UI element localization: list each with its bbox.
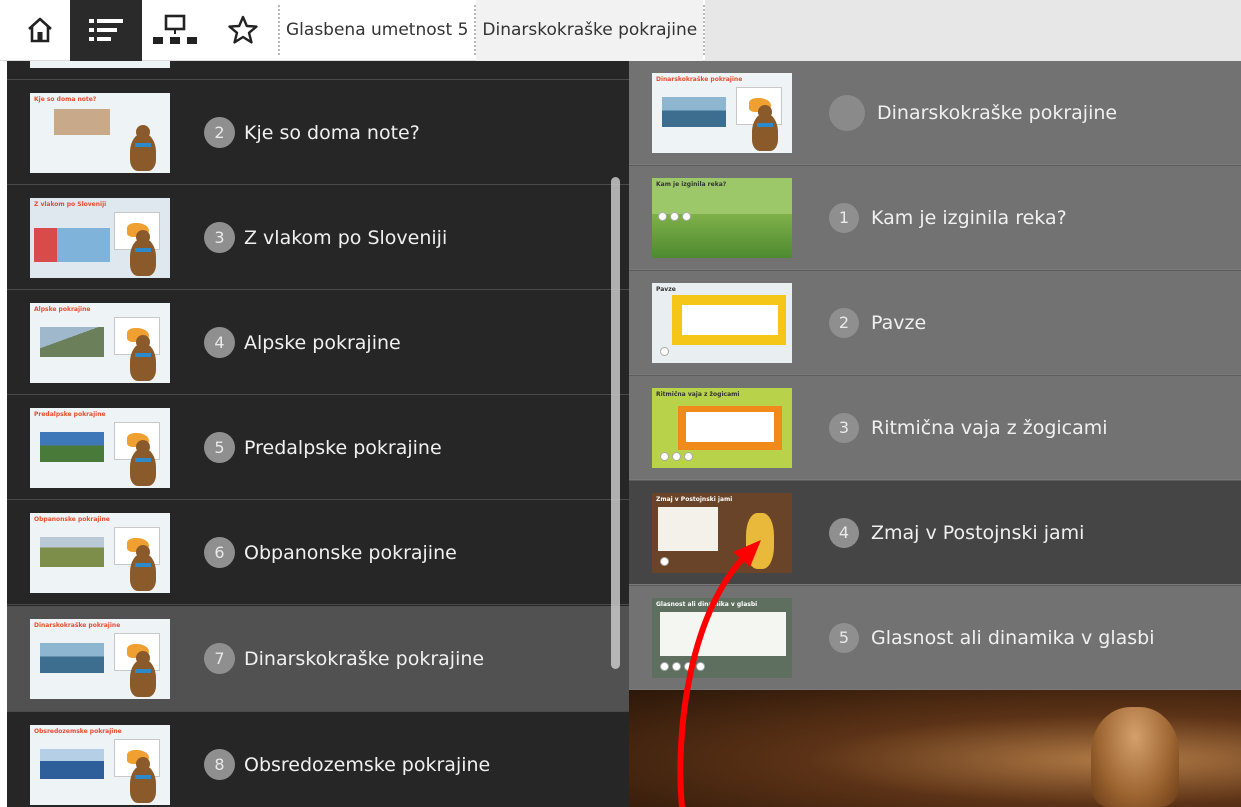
chapter-list-panel[interactable]: Kje so doma note? 2 Kje so doma note? Z … (7, 61, 629, 807)
chapter-item-8[interactable]: Obsredozemske pokrajine 8 Obsredozemske … (7, 713, 629, 807)
list-item[interactable] (7, 61, 629, 80)
chapter-title: Dinarskokraške pokrajine (877, 101, 1118, 124)
chapter-number-badge (829, 94, 865, 131)
chapter-thumbnail: Dinarskokraške pokrajine (652, 72, 792, 153)
chapter-title: Predalpske pokrajine (244, 436, 442, 459)
chapter-number-badge: 8 (204, 749, 235, 780)
chapter-number-badge: 5 (204, 432, 235, 463)
home-icon (28, 17, 52, 43)
chapter-number-badge: 6 (204, 537, 235, 568)
chapter-title: Alpske pokrajine (244, 331, 401, 354)
chapter-title: Kje so doma note? (244, 121, 420, 144)
chapter-number-badge: 7 (204, 643, 235, 674)
lesson-item-3[interactable]: Ritmična vaja z žogicami 3 Ritmična vaja… (629, 376, 1241, 480)
lesson-thumbnail: Kam je izginila reka? (652, 177, 792, 258)
breadcrumb-item-book[interactable]: Glasbena umetnost 5 (280, 0, 474, 61)
lesson-list-header[interactable]: Dinarskokraške pokrajine Dinarskokraške … (629, 61, 1241, 165)
chapter-thumbnail: Obpanonske pokrajine (30, 512, 170, 593)
lesson-item-1[interactable]: Kam je izginila reka? 1 Kam je izginila … (629, 166, 1241, 270)
chapter-item-5[interactable]: Predalpske pokrajine 5 Predalpske pokraj… (7, 396, 629, 500)
chapter-item-2[interactable]: Kje so doma note? 2 Kje so doma note? (7, 81, 629, 185)
chapter-title: Z vlakom po Sloveniji (244, 226, 448, 249)
chapter-title: Obpanonske pokrajine (244, 541, 457, 564)
lesson-title: Glasnost ali dinamika v glasbi (871, 626, 1155, 649)
lesson-thumbnail: Zmaj v Postojnski jami (652, 492, 792, 573)
chapter-number-badge: 2 (204, 117, 235, 148)
lesson-number-badge: 2 (829, 307, 859, 338)
chapter-thumbnail: Alpske pokrajine (30, 302, 170, 383)
lesson-thumbnail: Pavze (652, 282, 792, 363)
chapter-item-3[interactable]: Z vlakom po Sloveniji 3 Z vlakom po Slov… (7, 186, 629, 290)
chapter-thumbnail: Dinarskokraške pokrajine (30, 618, 170, 699)
sitemap-button[interactable] (142, 0, 208, 61)
lesson-title: Ritmična vaja z žogicami (871, 416, 1108, 439)
toolbar-empty-area (705, 0, 1241, 61)
star-icon (228, 15, 258, 44)
chapter-title: Dinarskokraške pokrajine (244, 647, 485, 670)
chapter-item-4[interactable]: Alpske pokrajine 4 Alpske pokrajine (7, 291, 629, 395)
chapter-title: Obsredozemske pokrajine (244, 753, 491, 776)
cave-background-image (629, 689, 1241, 807)
chapter-thumbnail: Z vlakom po Sloveniji (30, 197, 170, 278)
lesson-title: Kam je izginila reka? (871, 206, 1067, 229)
chapter-thumbnail: Obsredozemske pokrajine (30, 724, 170, 805)
favorites-button[interactable] (208, 0, 278, 61)
top-toolbar: Glasbena umetnost 5 Dinarskokraške pokra… (0, 0, 1241, 61)
lesson-item-4[interactable]: Zmaj v Postojnski jami 4 Zmaj v Postojns… (629, 481, 1241, 585)
lesson-title: Zmaj v Postojnski jami (871, 521, 1085, 544)
chapter-number-badge: 4 (204, 327, 235, 358)
sitemap-icon (153, 14, 197, 44)
lesson-item-2[interactable]: Pavze 2 Pavze (629, 271, 1241, 375)
lesson-number-badge: 5 (829, 622, 859, 653)
lesson-list-panel[interactable]: Dinarskokraške pokrajine Dinarskokraške … (629, 61, 1241, 807)
chapter-number-badge: 3 (204, 222, 235, 253)
chapter-thumbnail: Kje so doma note? (30, 92, 170, 173)
lesson-thumbnail: Glasnost ali dinamika v glasbi (652, 597, 792, 678)
chapter-item-6[interactable]: Obpanonske pokrajine 6 Obpanonske pokraj… (7, 501, 629, 605)
lesson-title: Pavze (871, 311, 927, 334)
table-of-contents-icon (89, 19, 123, 41)
chapter-thumbnail (30, 61, 170, 68)
lesson-item-5[interactable]: Glasnost ali dinamika v glasbi 5 Glasnos… (629, 586, 1241, 690)
chapter-thumbnail: Predalpske pokrajine (30, 407, 170, 488)
lesson-number-badge: 3 (829, 412, 859, 443)
breadcrumb-item-chapter[interactable]: Dinarskokraške pokrajine (476, 0, 704, 61)
lesson-number-badge: 4 (829, 517, 859, 548)
home-button[interactable] (0, 0, 70, 61)
lesson-thumbnail: Ritmična vaja z žogicami (652, 387, 792, 468)
chapter-list-scrollbar[interactable] (611, 177, 620, 669)
chapter-item-7[interactable]: Dinarskokraške pokrajine 7 Dinarskokrašk… (7, 606, 629, 712)
lesson-number-badge: 1 (829, 202, 859, 233)
table-of-contents-button[interactable] (70, 0, 142, 61)
